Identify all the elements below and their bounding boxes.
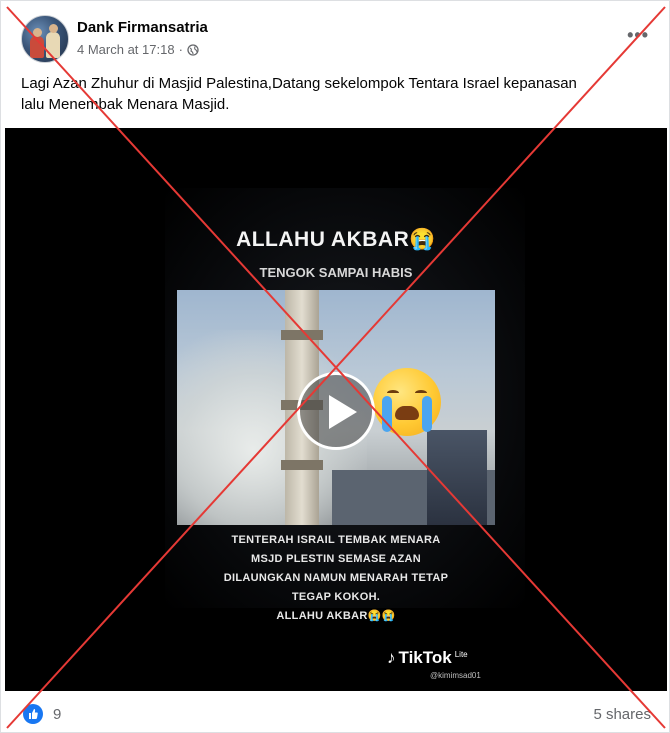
avatar[interactable] xyxy=(21,15,69,63)
globe-icon xyxy=(187,43,199,56)
video-caption: TENTERAH ISRAIL TEMBAK MENARA MSJD PLEST… xyxy=(5,531,667,626)
post-text: Lagi Azan Zhuhur di Masjid Palestina,Dat… xyxy=(21,73,651,115)
post-card: Dank Firmansatria 4 March at 17:18 · •••… xyxy=(0,0,670,733)
caption-line: TENTERAH ISRAIL TEMBAK MENARA xyxy=(231,534,441,546)
post-header: Dank Firmansatria 4 March at 17:18 · ••• xyxy=(19,15,655,65)
video-player[interactable]: ALLAHU AKBAR😭 TENGOK SAMPAI HABIS TENTER… xyxy=(5,128,667,691)
caption-line: DILAUNGKAN NAMUN MENARAH TETAP xyxy=(223,572,449,584)
post-footer: 9 5 shares xyxy=(1,691,670,733)
caption-line: TEGAP KOKOH. xyxy=(291,591,381,603)
tiktok-note-icon: ♪ xyxy=(387,648,396,667)
crying-emoji-icon xyxy=(373,368,441,436)
author-name[interactable]: Dank Firmansatria xyxy=(77,19,208,36)
post-text-line: lalu Menembak Menara Masjid. xyxy=(21,96,230,113)
video-title: ALLAHU AKBAR😭 xyxy=(236,228,436,251)
like-icon[interactable] xyxy=(23,704,43,724)
shares-count[interactable]: 5 shares xyxy=(593,706,651,723)
post-timestamp[interactable]: 4 March at 17:18 xyxy=(77,42,175,57)
post-text-line: Lagi Azan Zhuhur di Masjid Palestina,Dat… xyxy=(21,75,577,92)
tiktok-brand: TikTok xyxy=(398,648,452,667)
play-icon[interactable] xyxy=(297,372,375,450)
caption-line: MSJD PLESTIN SEMASE AZAN xyxy=(251,553,421,565)
tiktok-handle: @kimimsad01 xyxy=(430,671,481,680)
tiktok-logo: ♪ TikTok Lite xyxy=(387,648,468,668)
post-meta: 4 March at 17:18 · xyxy=(77,42,199,57)
reaction-count[interactable]: 9 xyxy=(53,706,61,723)
video-subtitle: TENGOK SAMPAI HABIS xyxy=(259,265,413,280)
more-options-icon[interactable]: ••• xyxy=(627,25,649,46)
tiktok-lite-label: Lite xyxy=(454,650,468,659)
caption-line: ALLAHU AKBAR😭😭 xyxy=(276,610,396,622)
